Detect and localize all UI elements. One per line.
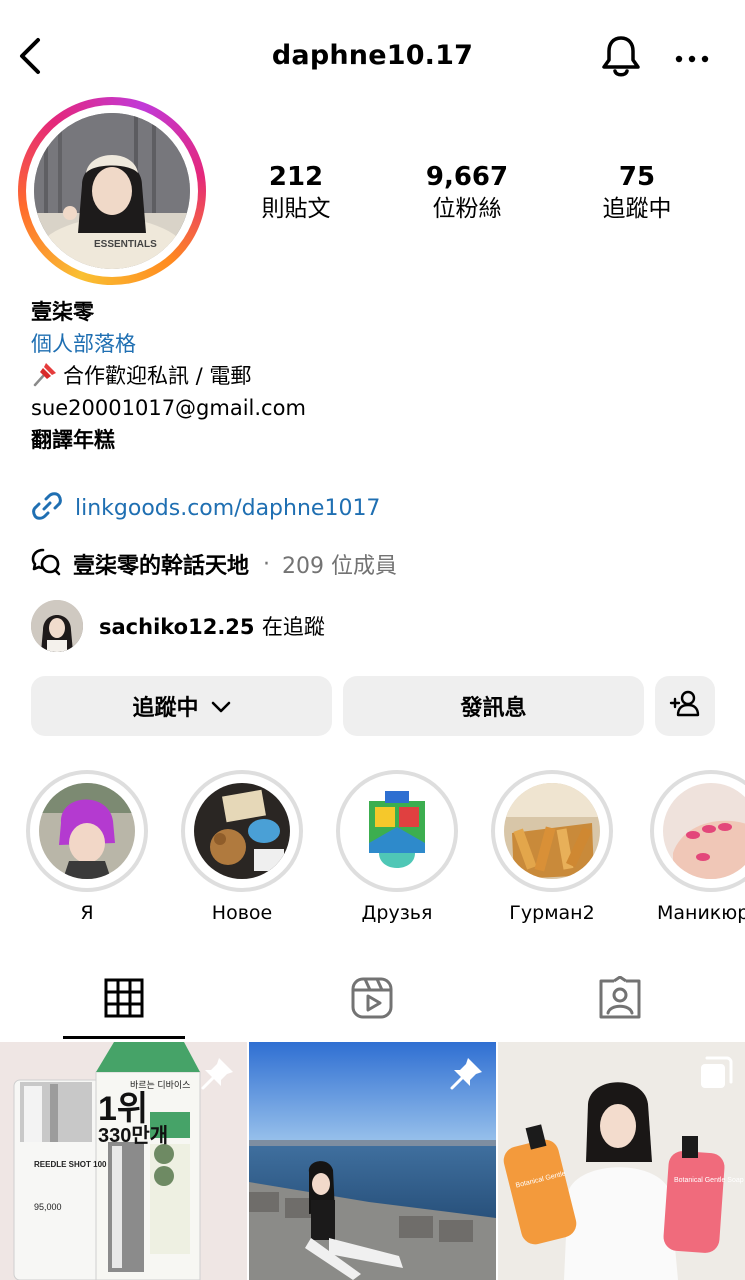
bio-collab-line: 合作歡迎私訊 / 電郵 — [31, 360, 721, 392]
svg-text:ESSENTIALS: ESSENTIALS — [94, 239, 157, 250]
add-person-icon — [669, 689, 701, 723]
highlight-item[interactable]: Гурман2 — [490, 770, 614, 924]
external-link-text: linkgoods.com/daphne1017 — [75, 495, 381, 521]
profile-bio: 壹柒零 個人部落格 合作歡迎私訊 / 電郵 sue20001017@gmail.… — [31, 296, 721, 456]
channel-members: 209 位成員 — [282, 554, 398, 579]
avatar-photo: ESSENTIALS — [34, 113, 190, 269]
post-ko-text-1: 바르는 디바이스 — [130, 1080, 190, 1090]
post-bottle-label-2: Botanical Gentle Soap — [674, 1177, 744, 1184]
highlight-label: Друзья — [361, 902, 433, 924]
post-product-price: 95,000 — [34, 1202, 62, 1212]
bell-icon[interactable] — [600, 34, 642, 80]
highlight-cover — [650, 770, 745, 892]
channel-separator: · — [263, 551, 271, 577]
posts-grid: 바르는 디바이스 1위 330만개 REEDLE SHOT 100 95,000 — [0, 1040, 745, 1280]
stat-posts-label: 則貼文 — [261, 196, 331, 222]
grid-icon — [104, 978, 144, 1022]
active-tab-indicator — [63, 1036, 185, 1039]
stat-following-count: 75 — [618, 162, 656, 192]
multiple-photos-icon — [697, 1054, 735, 1092]
highlight-item[interactable]: Друзья — [335, 770, 459, 924]
profile-avatar[interactable]: ESSENTIALS — [18, 97, 206, 285]
post-thumbnail[interactable]: Botanical Gentle Soap Botanical Gentle — [498, 1042, 745, 1280]
tab-posts-grid[interactable] — [0, 960, 248, 1040]
bio-email: sue20001017@gmail.com — [31, 396, 306, 420]
highlight-label: Новое — [211, 902, 273, 924]
stat-posts[interactable]: 212 則貼文 — [231, 160, 361, 224]
bio-translation-line: 翻譯年糕 — [31, 428, 115, 452]
category-link[interactable]: 個人部落格 — [31, 328, 721, 360]
chevron-down-icon — [211, 694, 231, 719]
followed-by-text: sachiko12.25 在追蹤 — [99, 611, 325, 641]
post-ko-text-3: 330만개 — [98, 1124, 168, 1147]
followed-by[interactable]: sachiko12.25 在追蹤 — [31, 600, 325, 652]
profile-header: daphne10.17 — [0, 0, 745, 110]
more-options-icon[interactable] — [672, 44, 712, 74]
display-name: 壹柒零 — [31, 300, 94, 324]
highlight-cover — [26, 770, 148, 892]
message-button-label: 發訊息 — [460, 696, 527, 721]
highlight-cover — [336, 770, 458, 892]
post-ko-text-2: 1위 — [98, 1090, 148, 1128]
highlight-cover — [491, 770, 613, 892]
highlight-item[interactable]: Маникюр — [645, 770, 745, 924]
tagged-person-icon — [598, 975, 642, 1024]
stat-followers[interactable]: 9,667 位粉絲 — [402, 160, 532, 224]
suggested-users-button[interactable] — [655, 676, 715, 736]
highlight-label: Маникюр — [657, 902, 745, 924]
pushpin-emoji-icon — [31, 360, 59, 388]
broadcast-channel[interactable]: 壹柒零的幹話天地 · 209 位成員 — [31, 546, 397, 582]
highlight-item[interactable]: Я — [25, 770, 149, 924]
message-button[interactable]: 發訊息 — [343, 676, 644, 736]
profile-tabs — [0, 960, 745, 1040]
highlight-item[interactable]: Новое — [180, 770, 304, 924]
following-button[interactable]: 追蹤中 — [31, 676, 332, 736]
stat-following-label: 追蹤中 — [602, 196, 672, 222]
highlight-label: Гурман2 — [509, 902, 595, 924]
highlight-label: Я — [80, 902, 94, 924]
post-thumbnail[interactable] — [249, 1042, 496, 1280]
stat-posts-count: 212 — [268, 162, 324, 192]
highlight-cover — [181, 770, 303, 892]
reels-icon — [350, 976, 394, 1024]
channel-name: 壹柒零的幹話天地 — [73, 554, 250, 579]
stat-followers-count: 9,667 — [425, 162, 509, 192]
tab-tagged[interactable] — [496, 960, 744, 1040]
post-product-name: REEDLE SHOT 100 — [34, 1160, 107, 1169]
post-thumbnail[interactable]: 바르는 디바이스 1위 330만개 REEDLE SHOT 100 95,000 — [0, 1042, 247, 1280]
pin-icon — [448, 1054, 486, 1092]
followed-by-suffix: 在追蹤 — [261, 615, 325, 639]
following-button-label: 追蹤中 — [132, 696, 199, 721]
link-icon — [31, 490, 63, 526]
tab-reels[interactable] — [248, 960, 496, 1040]
stat-followers-label: 位粉絲 — [432, 196, 502, 222]
stat-following[interactable]: 75 追蹤中 — [572, 160, 702, 224]
bio-collab-text: 合作歡迎私訊 / 電郵 — [63, 364, 252, 388]
channel-chat-icon — [31, 546, 61, 582]
mutual-username: sachiko12.25 — [99, 615, 255, 639]
external-link[interactable]: linkgoods.com/daphne1017 — [31, 490, 380, 526]
mutual-avatar — [31, 600, 83, 652]
pin-icon — [199, 1054, 237, 1092]
